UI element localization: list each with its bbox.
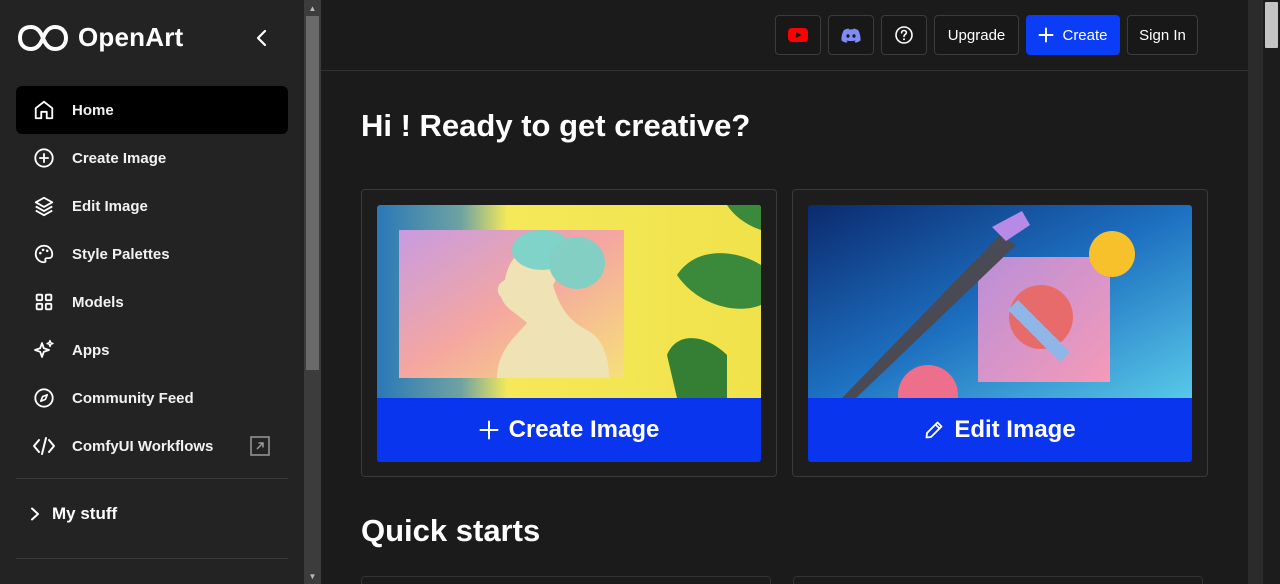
sidebar-nav: Home Create Image Edit Image Style Palet… — [16, 86, 288, 470]
sidebar-item-label: Style Palettes — [72, 245, 170, 263]
sign-in-label: Sign In — [1139, 26, 1186, 44]
sparkles-icon — [32, 338, 56, 362]
sidebar-divider — [16, 478, 288, 479]
sidebar-item-label: Models — [72, 293, 124, 311]
upgrade-button[interactable]: Upgrade — [934, 15, 1019, 55]
palette-icon — [32, 242, 56, 266]
sidebar-item-label: Create Image — [72, 149, 167, 167]
external-link-icon — [250, 436, 270, 456]
openart-logo-icon — [18, 24, 68, 51]
create-image-illustration — [377, 205, 761, 398]
sign-in-button[interactable]: Sign In — [1127, 15, 1198, 55]
home-icon — [32, 98, 56, 122]
main-content: Upgrade Create Sign In Hi ! Ready to get… — [321, 0, 1248, 584]
sidebar: OpenArt Home Create Image Edit Image Sty… — [0, 0, 304, 584]
edit-image-button[interactable]: Edit Image — [808, 398, 1192, 462]
help-icon — [895, 26, 913, 44]
page-scrollbar-thumb[interactable] — [1265, 2, 1278, 48]
my-stuff-toggle[interactable]: My stuff — [30, 504, 117, 524]
scroll-down-icon[interactable]: ▼ — [304, 568, 321, 584]
sidebar-item-community-feed[interactable]: Community Feed — [16, 374, 288, 422]
sidebar-item-comfyui-workflows[interactable]: ComfyUI Workflows — [16, 422, 288, 470]
top-bar: Upgrade Create Sign In — [321, 0, 1248, 71]
brand-name: OpenArt — [78, 22, 184, 52]
create-image-label: Create Image — [508, 416, 660, 443]
sidebar-item-label: Apps — [72, 341, 110, 359]
sidebar-item-apps[interactable]: Apps — [16, 326, 288, 374]
pencil-icon — [925, 421, 943, 439]
discord-icon — [841, 28, 861, 43]
scroll-up-icon[interactable]: ▲ — [304, 0, 321, 16]
create-label: Create — [1062, 26, 1108, 44]
code-icon — [32, 434, 56, 458]
my-stuff-label: My stuff — [52, 504, 118, 523]
sidebar-item-label: Community Feed — [72, 389, 194, 407]
sidebar-item-edit-image[interactable]: Edit Image — [16, 182, 288, 230]
sidebar-item-label: Home — [72, 101, 114, 119]
plus-circle-icon — [32, 146, 56, 170]
quick-starts-heading: Quick starts — [361, 513, 541, 548]
chevron-left-icon — [256, 29, 267, 47]
youtube-button[interactable] — [775, 15, 821, 55]
sidebar-scrollbar-thumb[interactable] — [306, 16, 319, 370]
sidebar-item-label: ComfyUI Workflows — [72, 437, 214, 455]
upgrade-label: Upgrade — [947, 26, 1006, 44]
brand-logo[interactable]: OpenArt — [18, 22, 183, 53]
sidebar-divider — [16, 558, 288, 559]
layers-icon — [32, 194, 56, 218]
discord-button[interactable] — [828, 15, 874, 55]
quick-start-card[interactable] — [793, 576, 1203, 584]
page-title: Hi ! Ready to get creative? — [361, 108, 751, 143]
create-image-button[interactable]: Create Image — [377, 398, 761, 462]
collapse-sidebar-button[interactable] — [250, 26, 274, 50]
edit-image-card[interactable]: Edit Image — [792, 189, 1208, 477]
app-root: OpenArt Home Create Image Edit Image Sty… — [0, 0, 1280, 584]
grid-icon — [32, 290, 56, 314]
sidebar-item-home[interactable]: Home — [16, 86, 288, 134]
edit-image-label: Edit Image — [954, 416, 1076, 443]
sidebar-item-create-image[interactable]: Create Image — [16, 134, 288, 182]
chevron-right-icon — [31, 507, 39, 521]
quick-start-card[interactable] — [361, 576, 771, 584]
page-scrollbar[interactable] — [1263, 0, 1280, 584]
youtube-icon — [788, 28, 808, 42]
help-button[interactable] — [881, 15, 927, 55]
sidebar-item-label: Edit Image — [72, 197, 148, 215]
create-image-card[interactable]: Create Image — [361, 189, 777, 477]
page-gutter — [1248, 0, 1263, 584]
sidebar-item-models[interactable]: Models — [16, 278, 288, 326]
plus-icon — [1038, 27, 1054, 43]
edit-image-illustration — [808, 205, 1192, 398]
compass-icon — [32, 386, 56, 410]
create-button[interactable]: Create — [1026, 15, 1120, 55]
sidebar-item-style-palettes[interactable]: Style Palettes — [16, 230, 288, 278]
plus-icon — [479, 420, 499, 440]
